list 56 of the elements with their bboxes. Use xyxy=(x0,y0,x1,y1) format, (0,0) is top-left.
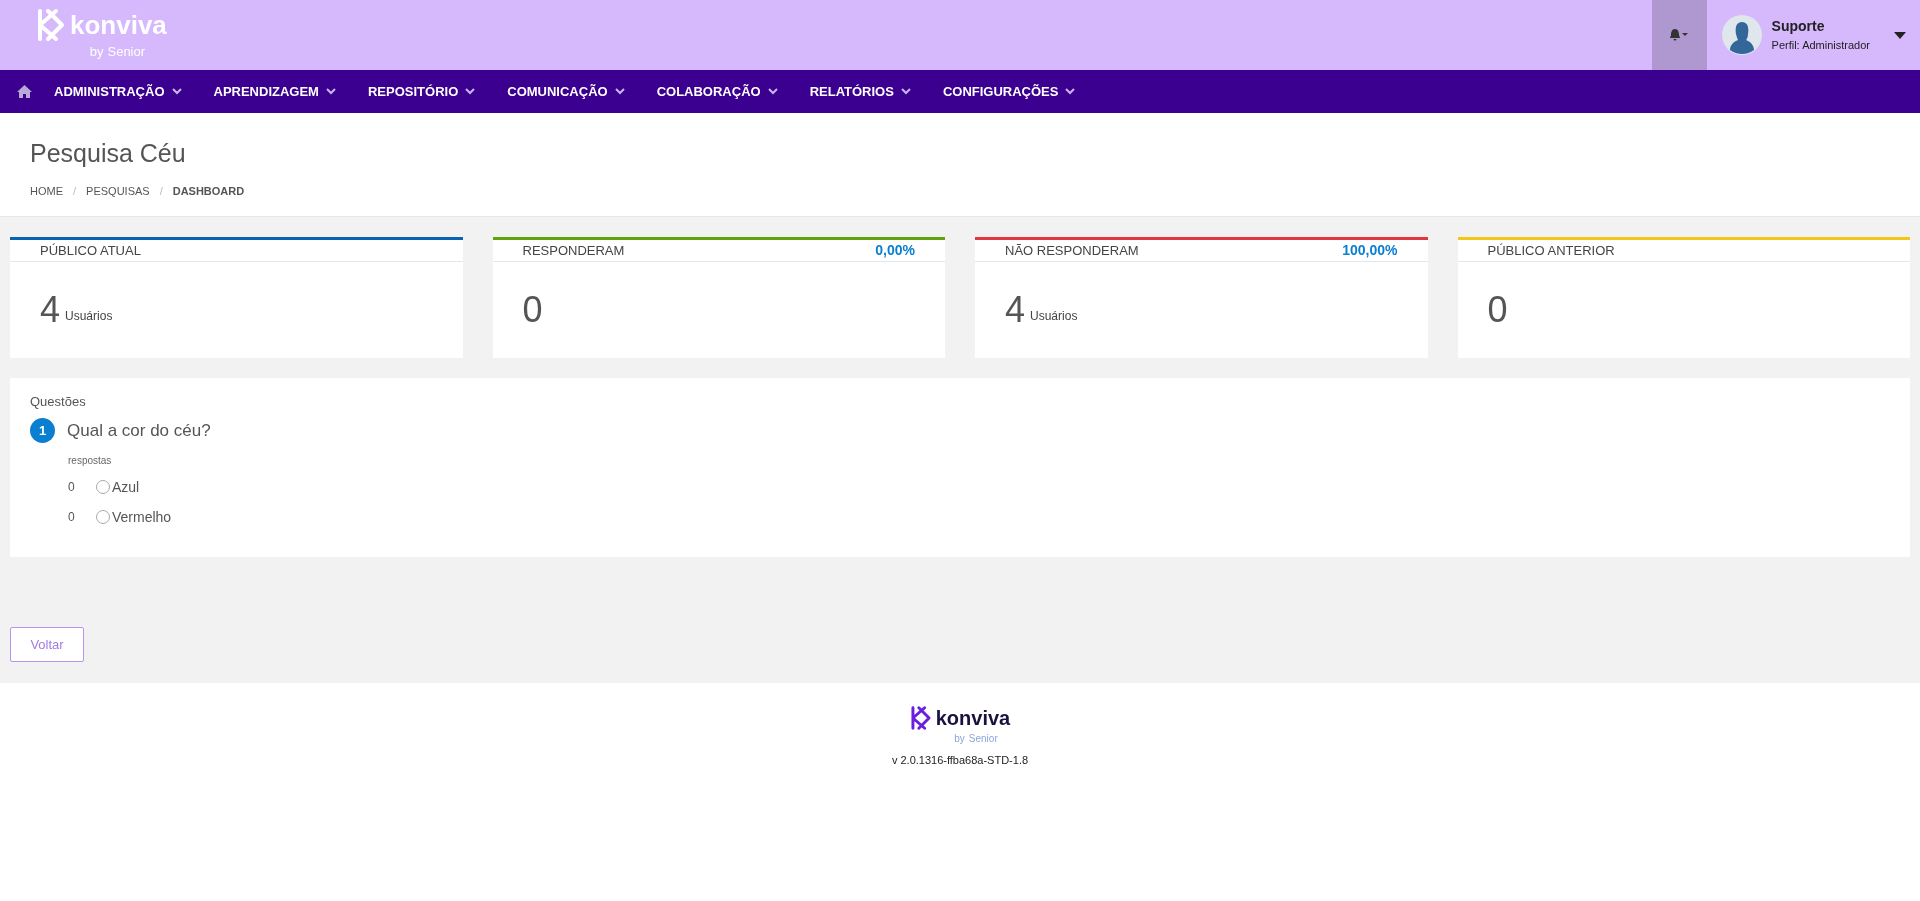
chevron-down-icon xyxy=(171,88,182,95)
user-profile: Perfil: Administrador xyxy=(1771,38,1870,54)
nav-menu-item[interactable]: ADMINISTRAÇÃO xyxy=(54,81,182,102)
logo-brand: Senior xyxy=(107,43,146,62)
nav-menu-item[interactable]: APRENDIZAGEM xyxy=(213,81,336,102)
logo-byline: by xyxy=(954,732,965,746)
breadcrumb-item[interactable]: PESQUISAS xyxy=(86,182,150,199)
nav-menu-item[interactable]: RELATÓRIOS xyxy=(809,81,911,102)
chevron-down-icon xyxy=(325,88,336,95)
answer-count: 0 xyxy=(68,479,76,496)
card-title: PÚBLICO ANTERIOR xyxy=(1487,241,1615,260)
logo-text: konviva xyxy=(935,708,1011,728)
avatar-silhouette-icon xyxy=(1721,15,1762,55)
question-text: Qual a cor do céu? xyxy=(67,419,211,442)
user-name: Suporte xyxy=(1771,17,1826,37)
questions-heading: Questões xyxy=(30,393,87,411)
logo-byline: by xyxy=(89,43,104,62)
home-icon[interactable] xyxy=(17,85,32,98)
nav-menu-item[interactable]: COLABORAÇÃO xyxy=(656,81,778,102)
card-percent: 0,00% xyxy=(875,241,915,260)
card-title: RESPONDERAM xyxy=(522,241,625,260)
card-unit: Usuários xyxy=(1030,308,1078,325)
card-unit: Usuários xyxy=(65,308,113,325)
breadcrumb-separator: / xyxy=(159,183,163,199)
logo-k-icon xyxy=(36,8,66,43)
caret-icon[interactable] xyxy=(1894,31,1906,39)
logo-k-icon xyxy=(909,705,932,731)
breadcrumb-separator: / xyxy=(73,183,77,199)
logo-brand: Senior xyxy=(968,732,998,746)
card-value: 0 xyxy=(1487,288,1508,332)
bell-icon xyxy=(1669,28,1690,42)
answer-label: Azul xyxy=(112,477,140,497)
answer-count: 0 xyxy=(68,509,76,526)
version-text: v 2.0.1316-ffba68a-STD-1.8 xyxy=(891,753,1029,768)
card-title: PÚBLICO ATUAL xyxy=(40,241,141,260)
chevron-down-icon xyxy=(900,88,911,95)
chevron-down-icon xyxy=(614,88,625,95)
card-title: NÃO RESPONDERAM xyxy=(1005,241,1139,260)
card-value: 0 xyxy=(522,288,543,332)
nav-menu-item[interactable]: CONFIGURAÇÕES xyxy=(942,81,1076,102)
card-value: 4 xyxy=(1005,288,1026,332)
card-percent: 100,00% xyxy=(1342,241,1398,260)
notifications-button[interactable] xyxy=(1651,0,1707,70)
page-title: Pesquisa Céu xyxy=(30,138,187,169)
nav-menu-item[interactable]: REPOSITÓRIO xyxy=(367,81,476,102)
logo-text: konviva xyxy=(70,12,167,39)
card-value: 4 xyxy=(40,288,61,332)
nav-menu-item[interactable]: COMUNICAÇÃO xyxy=(507,81,625,102)
breadcrumb-item[interactable]: HOME xyxy=(30,182,63,199)
breadcrumb-item: DASHBOARD xyxy=(172,183,245,199)
answer-label: Vermelho xyxy=(112,507,172,527)
chevron-down-icon xyxy=(767,88,778,95)
answers-label: respostas xyxy=(68,454,113,468)
chevron-down-icon xyxy=(465,88,476,95)
question-number: 1 xyxy=(30,417,55,443)
chevron-down-icon xyxy=(1065,88,1076,95)
